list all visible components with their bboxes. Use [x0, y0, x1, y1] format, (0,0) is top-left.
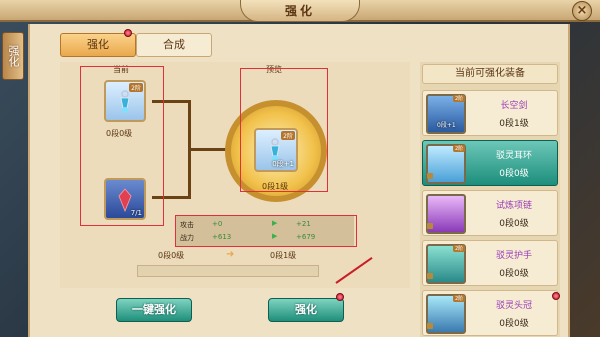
- item-level: 0段0级: [499, 169, 529, 179]
- highlight-box-current: [80, 66, 164, 226]
- tab-synthesis[interactable]: 合成: [136, 33, 212, 57]
- lock-icon: [427, 223, 433, 229]
- lock-icon: [427, 173, 433, 179]
- item-level: 0段0级: [499, 269, 529, 279]
- item-name: 驳灵耳环: [495, 151, 532, 161]
- progress-bar: [137, 265, 319, 277]
- close-button[interactable]: ×: [572, 1, 592, 21]
- equipment-item[interactable]: 2阶 0段+1 长空剑 0段1级: [422, 90, 558, 136]
- auto-enhance-button[interactable]: 一键强化: [116, 298, 192, 322]
- notification-dot: [124, 29, 132, 37]
- highlight-box-preview: [240, 68, 328, 192]
- item-level: 0段1级: [499, 119, 529, 129]
- item-name: 驳灵护手: [495, 251, 532, 261]
- tab-enhance[interactable]: 强化: [60, 33, 136, 57]
- lock-icon: [427, 273, 433, 279]
- notification-dot: [552, 292, 560, 300]
- item-name: 驳灵头冠: [495, 301, 532, 311]
- equipment-item[interactable]: 2阶 驳灵护手 0段0级: [422, 240, 558, 286]
- highlight-box-stats: [175, 215, 357, 247]
- tier-badge: 2阶: [453, 145, 466, 152]
- arrow-right-icon: ➜: [226, 249, 235, 260]
- connector-line: [188, 148, 228, 151]
- lock-icon: [427, 323, 433, 329]
- side-tab-enhance[interactable]: 强化: [2, 32, 24, 80]
- tier-badge: 2阶: [453, 245, 466, 252]
- window-title: 强化: [284, 4, 315, 18]
- tier-badge: 2阶: [453, 95, 466, 102]
- equipment-panel-title: 当前可强化装备: [422, 64, 558, 84]
- equipment-item[interactable]: 2阶 驳灵头冠 0段0级: [422, 290, 558, 336]
- equipment-item[interactable]: 试炼项链 0段0级: [422, 190, 558, 236]
- progress-from: 0段0级: [158, 251, 185, 260]
- equipment-item-selected[interactable]: 2阶 驳灵耳环 0段0级: [422, 140, 558, 186]
- notification-dot: [336, 293, 344, 301]
- window-titlebar: 强化 ×: [0, 0, 600, 22]
- item-name: 试炼项链: [495, 201, 532, 211]
- item-level: 0段0级: [499, 219, 529, 229]
- item-name: 长空剑: [500, 101, 528, 111]
- tier-badge: 2阶: [453, 295, 466, 302]
- enhance-button[interactable]: 强化: [268, 298, 344, 322]
- item-level-tag: 0段+1: [437, 122, 456, 129]
- progress-to: 0段1级: [270, 251, 297, 260]
- item-level: 0段0级: [499, 319, 529, 329]
